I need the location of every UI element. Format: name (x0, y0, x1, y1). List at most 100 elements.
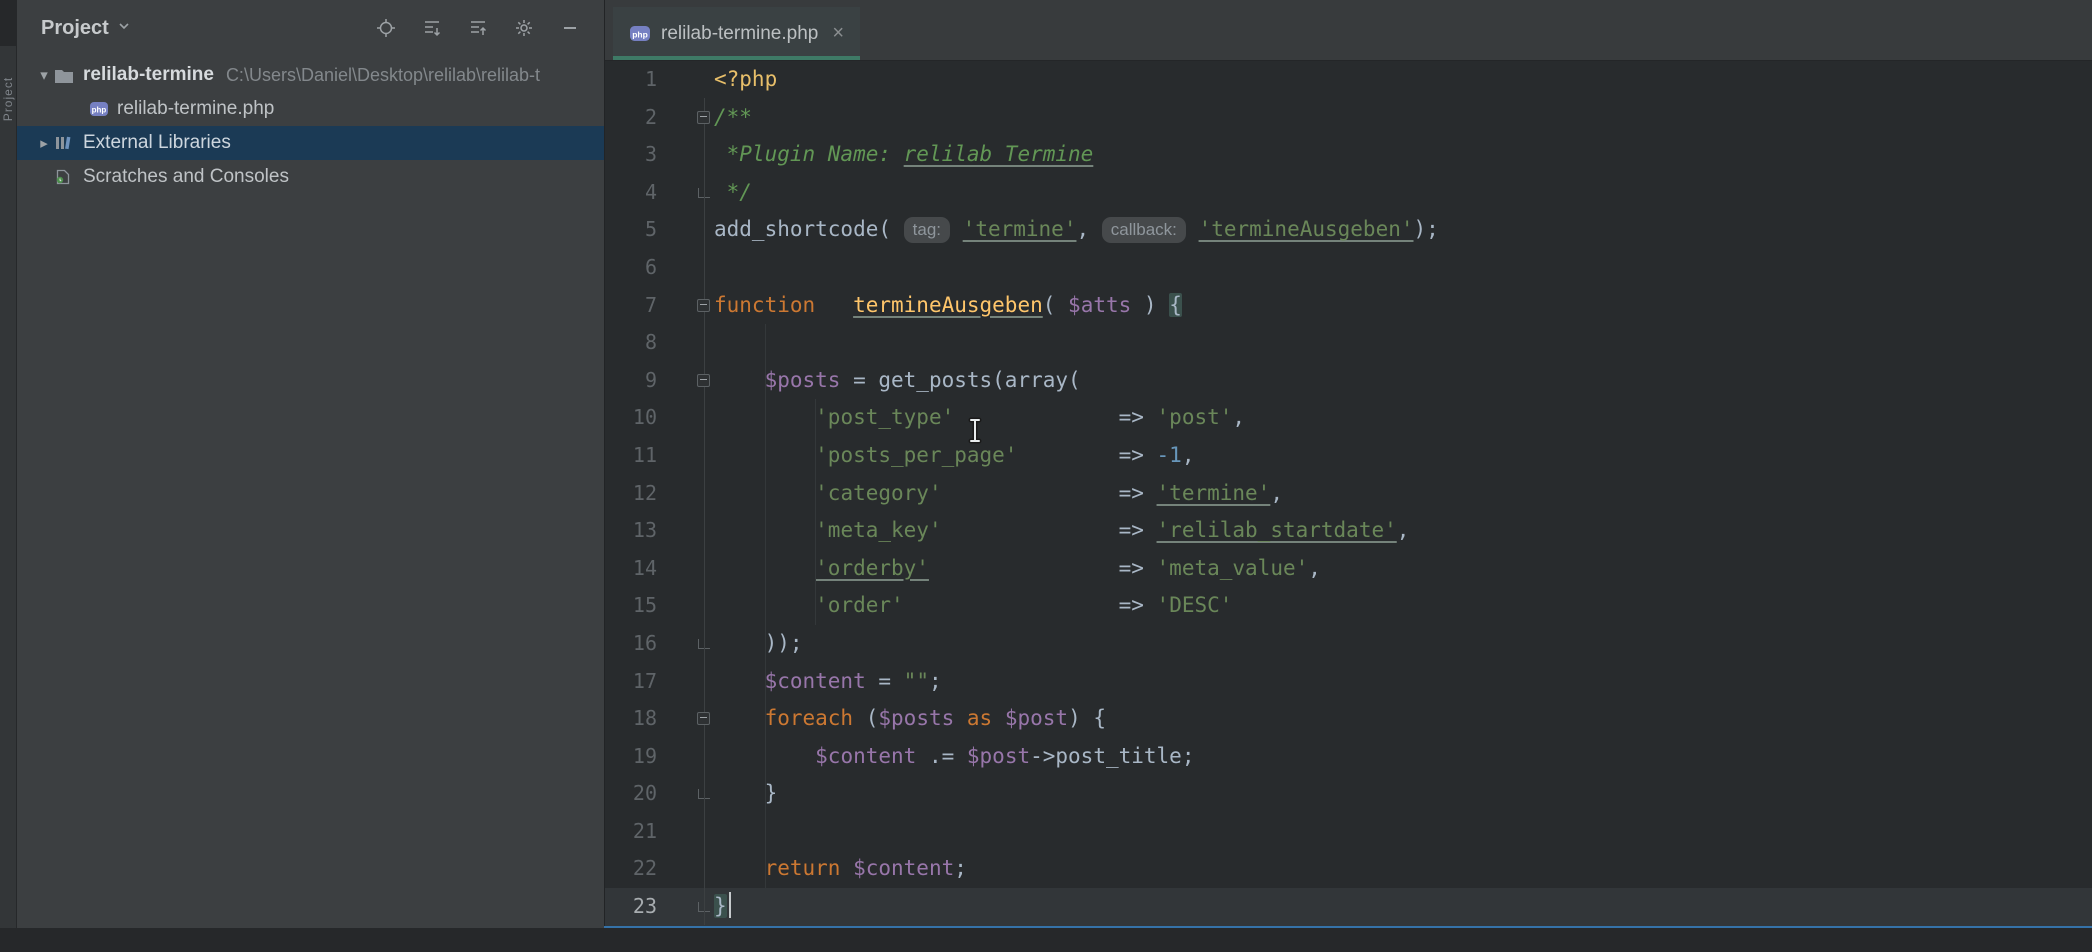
code-line-15[interactable]: 15 'order' => 'DESC' (605, 587, 2092, 625)
code-text[interactable]: foreach ($posts as $post) { (714, 700, 2092, 738)
line-number[interactable]: 23 (605, 888, 657, 926)
fold-end-icon[interactable] (657, 888, 714, 926)
line-number[interactable]: 19 (605, 738, 657, 776)
code-text[interactable]: } (714, 775, 2092, 813)
line-number[interactable]: 13 (605, 512, 657, 550)
expand-all-icon[interactable] (422, 18, 442, 38)
fold-end-icon[interactable] (657, 775, 714, 813)
code-text[interactable]: 'order' => 'DESC' (714, 587, 2092, 625)
line-number[interactable]: 5 (605, 211, 657, 249)
line-number[interactable]: 11 (605, 437, 657, 475)
hide-icon[interactable] (560, 18, 580, 38)
line-number[interactable]: 6 (605, 249, 657, 287)
line-number[interactable]: 16 (605, 625, 657, 663)
code-editor[interactable]: 1<?php2/**3 *Plugin Name: relilab Termin… (605, 61, 2092, 926)
line-number[interactable]: 15 (605, 587, 657, 625)
chevron-down-icon[interactable]: ▾ (33, 66, 55, 84)
inlay-parameter-hint: tag: (904, 217, 950, 243)
code-text[interactable]: add_shortcode( tag: 'termine', callback:… (714, 211, 2092, 249)
line-number[interactable]: 10 (605, 399, 657, 437)
code-line-12[interactable]: 12 'category' => 'termine', (605, 475, 2092, 513)
code-text[interactable]: *Plugin Name: relilab Termine (714, 136, 2092, 174)
code-line-17[interactable]: 17 $content = ""; (605, 663, 2092, 701)
fold-end-icon[interactable] (657, 625, 714, 663)
fold-start-icon[interactable] (657, 99, 714, 137)
code-text[interactable]: return $content; (714, 850, 2092, 888)
locate-icon[interactable] (376, 18, 396, 38)
tree-item-relilab-termine[interactable]: ▾relilab-termineC:\Users\Daniel\Desktop\… (17, 58, 604, 92)
tab-relilab-termine-php[interactable]: php relilab-termine.php × (613, 7, 860, 60)
tool-window-bar[interactable]: Project (0, 0, 17, 952)
code-text[interactable] (714, 249, 2092, 287)
code-text[interactable]: 'posts_per_page' => -1, (714, 437, 2092, 475)
fold-spacer (657, 850, 714, 888)
code-line-9[interactable]: 9 $posts = get_posts(array( (605, 362, 2092, 400)
code-line-1[interactable]: 1 <?php (605, 61, 2092, 99)
code-text[interactable]: $content .= $post->post_title; (714, 738, 2092, 776)
line-number[interactable]: 2 (605, 99, 657, 137)
line-number[interactable]: 3 (605, 136, 657, 174)
fold-start-icon[interactable] (657, 362, 714, 400)
tree-item-external-libraries[interactable]: ▸External Libraries (17, 126, 604, 160)
code-text[interactable] (714, 813, 2092, 851)
line-number[interactable]: 9 (605, 362, 657, 400)
code-line-18[interactable]: 18 foreach ($posts as $post) { (605, 700, 2092, 738)
tree-item-relilab-termine-php[interactable]: phprelilab-termine.php (17, 92, 604, 126)
code-line-2[interactable]: 2 /** (605, 99, 2092, 137)
line-number[interactable]: 8 (605, 324, 657, 362)
code-line-16[interactable]: 16 )); (605, 625, 2092, 663)
code-text[interactable]: 'orderby' => 'meta_value', (714, 550, 2092, 588)
code-line-19[interactable]: 19 $content .= $post->post_title; (605, 738, 2092, 776)
tool-window-stripe-label[interactable]: Project (1, 70, 15, 128)
editor-tab-bar: php relilab-termine.php × (605, 0, 2092, 61)
code-text[interactable]: 'post_type' => 'post', (714, 399, 2092, 437)
code-line-21[interactable]: 21 (605, 813, 2092, 851)
code-text[interactable]: function termineAusgeben( $atts ) { (714, 287, 2092, 325)
code-text[interactable]: */ (714, 174, 2092, 212)
close-icon[interactable]: × (832, 22, 844, 45)
code-text[interactable]: 'category' => 'termine', (714, 475, 2092, 513)
code-line-8[interactable]: 8 (605, 324, 2092, 362)
fold-start-icon[interactable] (657, 287, 714, 325)
code-line-7[interactable]: 7 function termineAusgeben( $atts ) { (605, 287, 2092, 325)
line-number[interactable]: 12 (605, 475, 657, 513)
code-text[interactable]: $posts = get_posts(array( (714, 362, 2092, 400)
code-line-3[interactable]: 3 *Plugin Name: relilab Termine (605, 136, 2092, 174)
library-icon (55, 135, 81, 151)
fold-end-icon[interactable] (657, 174, 714, 212)
code-text[interactable]: 'meta_key' => 'relilab_startdate', (714, 512, 2092, 550)
line-number[interactable]: 4 (605, 174, 657, 212)
collapse-all-icon[interactable] (468, 18, 488, 38)
line-number[interactable]: 14 (605, 550, 657, 588)
fold-start-icon[interactable] (657, 700, 714, 738)
code-line-20[interactable]: 20 } (605, 775, 2092, 813)
code-text[interactable]: )); (714, 625, 2092, 663)
line-number[interactable]: 18 (605, 700, 657, 738)
project-title: Project (41, 17, 109, 40)
line-number[interactable]: 7 (605, 287, 657, 325)
code-line-13[interactable]: 13 'meta_key' => 'relilab_startdate', (605, 512, 2092, 550)
code-text[interactable]: <?php (714, 61, 2092, 99)
code-line-23[interactable]: 23} (605, 888, 2092, 926)
line-number[interactable]: 1 (605, 61, 657, 99)
line-number[interactable]: 17 (605, 663, 657, 701)
code-line-4[interactable]: 4 */ (605, 174, 2092, 212)
code-text[interactable]: } (714, 888, 2092, 926)
chevron-right-icon[interactable]: ▸ (33, 134, 55, 152)
line-number[interactable]: 22 (605, 850, 657, 888)
settings-gear-icon[interactable] (514, 18, 534, 38)
code-line-22[interactable]: 22 return $content; (605, 850, 2092, 888)
tree-item-scratches-and-consoles[interactable]: Scratches and Consoles (17, 160, 604, 194)
line-number[interactable]: 21 (605, 813, 657, 851)
code-text[interactable]: $content = ""; (714, 663, 2092, 701)
code-line-5[interactable]: 5 add_shortcode( tag: 'termine', callback… (605, 211, 2092, 249)
code-line-11[interactable]: 11 'posts_per_page' => -1, (605, 437, 2092, 475)
project-tool-window-header[interactable]: Project (41, 17, 131, 40)
tree-item-path: C:\Users\Daniel\Desktop\relilab\relilab-… (226, 65, 540, 86)
line-number[interactable]: 20 (605, 775, 657, 813)
code-line-14[interactable]: 14 'orderby' => 'meta_value', (605, 550, 2092, 588)
code-text[interactable]: /** (714, 99, 2092, 137)
code-line-6[interactable]: 6 (605, 249, 2092, 287)
code-text[interactable] (714, 324, 2092, 362)
code-line-10[interactable]: 10 'post_type' => 'post', (605, 399, 2092, 437)
